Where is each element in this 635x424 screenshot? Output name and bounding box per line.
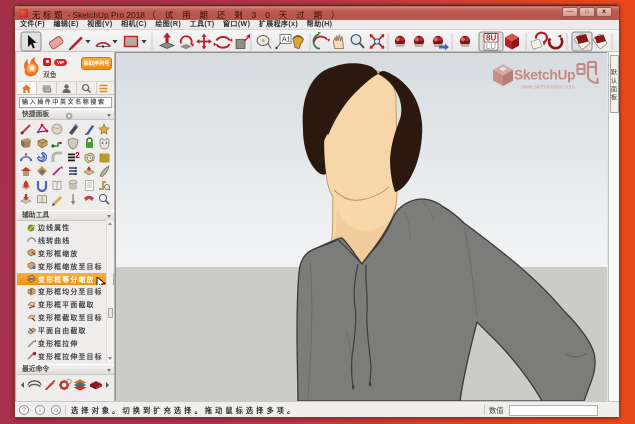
svg-text:www.sketchupbar.com: www.sketchupbar.com [520,85,575,91]
svg-text:A1: A1 [282,37,291,44]
svg-text:SketchUp: SketchUp [514,68,575,83]
svg-text:LU: LU [486,42,496,51]
svg-text:2: 2 [75,151,80,160]
